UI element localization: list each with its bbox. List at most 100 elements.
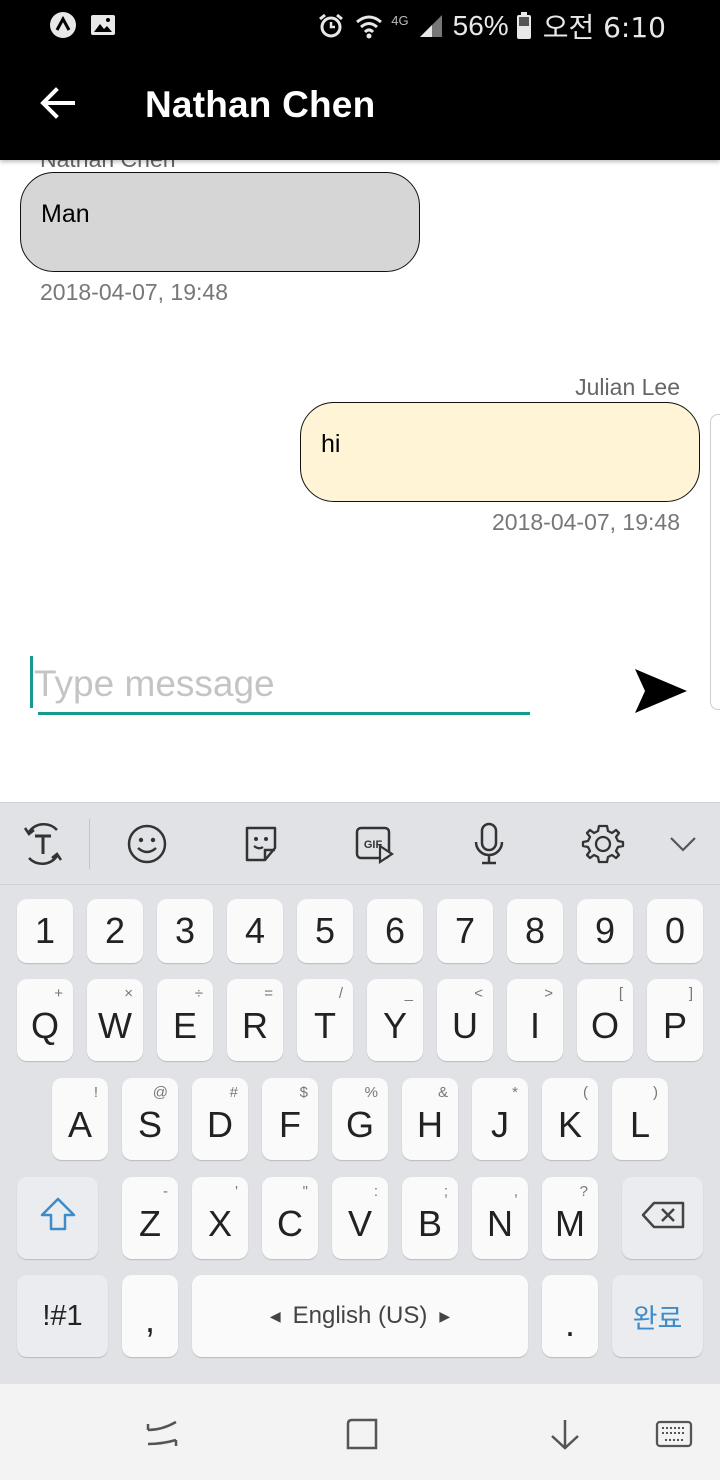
key-b[interactable]: ; B <box>402 1177 458 1259</box>
key-3[interactable]: 3 <box>157 899 213 963</box>
key-h[interactable]: & H <box>402 1078 458 1160</box>
key-7[interactable]: 7 <box>437 899 493 963</box>
key-label: W <box>98 1005 132 1046</box>
send-icon[interactable] <box>630 664 692 718</box>
key-r[interactable]: = R <box>227 979 283 1061</box>
recents-icon[interactable] <box>142 1414 182 1454</box>
key-label: D <box>207 1104 233 1145</box>
key-n[interactable]: ,N <box>472 1177 528 1259</box>
key-0[interactable]: 0 <box>647 899 703 963</box>
key-w[interactable]: × W <box>87 979 143 1061</box>
toolbar-divider <box>89 819 90 869</box>
alarm-icon <box>315 11 347 41</box>
key-label: 7 <box>454 910 476 951</box>
key-k[interactable]: (K <box>542 1078 598 1160</box>
period-key[interactable]: . <box>542 1275 598 1357</box>
message-bubble[interactable]: Man <box>20 172 420 272</box>
wifi-icon <box>353 11 385 41</box>
settings-icon[interactable] <box>580 821 626 867</box>
key-a[interactable]: ! A <box>52 1078 108 1160</box>
key-label: 4 <box>244 910 266 951</box>
key-z[interactable]: -Z <box>122 1177 178 1259</box>
key-g[interactable]: % G <box>332 1078 388 1160</box>
key-5[interactable]: 5 <box>297 899 353 963</box>
key-hint: : <box>373 1183 378 1200</box>
key-j[interactable]: * J <box>472 1078 528 1160</box>
gallery-icon <box>88 10 118 40</box>
key-y[interactable]: _ Y <box>367 979 423 1061</box>
battery-icon <box>515 11 533 41</box>
key-hint: + <box>54 985 63 1002</box>
message-composer <box>30 656 530 720</box>
key-hint: × <box>124 985 133 1002</box>
key-l[interactable]: ) L <box>612 1078 668 1160</box>
gif-icon[interactable]: GIF <box>352 821 398 867</box>
message-list[interactable]: Nathan Chen Man 2018-04-07, 19:48 Julian… <box>0 160 720 802</box>
keyboard-switch-icon[interactable] <box>654 1414 694 1454</box>
key-d[interactable]: # D <box>192 1078 248 1160</box>
key-label: V <box>347 1203 372 1244</box>
key-2[interactable]: 2 <box>87 899 143 963</box>
text-cursor <box>30 656 33 708</box>
key-9[interactable]: 9 <box>577 899 633 963</box>
key-label: E <box>172 1005 197 1046</box>
home-icon[interactable] <box>342 1414 382 1454</box>
shift-key[interactable] <box>17 1177 98 1259</box>
emoji-icon[interactable] <box>124 821 170 867</box>
space-key[interactable]: ◀ English (US) ▶ <box>192 1275 528 1357</box>
key-m[interactable]: ? M <box>542 1177 598 1259</box>
battery-percent: 56% <box>452 10 509 41</box>
symbols-key[interactable]: !#1 <box>17 1275 108 1357</box>
key-q[interactable]: + Q <box>17 979 73 1061</box>
key-8[interactable]: 8 <box>507 899 563 963</box>
key-1[interactable]: 1 <box>17 899 73 963</box>
hide-keyboard-icon[interactable] <box>545 1414 585 1454</box>
done-key[interactable]: 완료 <box>612 1275 703 1357</box>
network-type: 4G <box>391 12 409 28</box>
status-bar: 4G 56% 오전 6:10 <box>0 0 720 50</box>
key-i[interactable]: > I <box>507 979 563 1061</box>
key-label: T <box>314 1005 336 1046</box>
input-underline <box>38 712 530 715</box>
message-timestamp: 2018-04-07, 19:48 <box>492 509 680 535</box>
key-x[interactable]: ' X <box>192 1177 248 1259</box>
sticker-icon[interactable] <box>238 821 284 867</box>
key-6[interactable]: 6 <box>367 899 423 963</box>
key-label: 9 <box>594 910 616 951</box>
key-label: C <box>277 1203 303 1244</box>
microphone-icon[interactable] <box>466 821 512 867</box>
message-input[interactable] <box>30 656 530 712</box>
key-4[interactable]: 4 <box>227 899 283 963</box>
key-c[interactable]: " C <box>262 1177 318 1259</box>
message-bubble[interactable]: hi <box>300 402 700 502</box>
message-text: Man <box>41 200 90 228</box>
key-v[interactable]: :V <box>332 1177 388 1259</box>
left-arrow-icon: ◀ <box>269 1307 281 1324</box>
key-hint: ( <box>583 1084 588 1101</box>
key-u[interactable]: < U <box>437 979 493 1061</box>
shift-icon <box>39 1196 77 1241</box>
key-f[interactable]: $ F <box>262 1078 318 1160</box>
key-label: F <box>279 1104 301 1145</box>
key-label: O <box>590 1005 619 1046</box>
key-s[interactable]: @ S <box>122 1078 178 1160</box>
key-label: 5 <box>314 910 336 951</box>
key-label: L <box>629 1104 651 1145</box>
key-hint: ] <box>688 985 693 1002</box>
key-label: U <box>452 1005 478 1046</box>
message-sender: Julian Lee <box>575 374 680 400</box>
key-label: P <box>662 1005 687 1046</box>
translate-icon[interactable] <box>20 821 66 867</box>
key-label: I <box>529 1005 540 1046</box>
key-t[interactable]: / T <box>297 979 353 1061</box>
backspace-key[interactable] <box>622 1177 703 1259</box>
collapse-icon[interactable] <box>660 821 706 867</box>
key-o[interactable]: [O <box>577 979 633 1061</box>
back-arrow-icon[interactable] <box>34 80 80 126</box>
key-e[interactable]: ÷ E <box>157 979 213 1061</box>
comma-key[interactable]: , <box>122 1275 178 1357</box>
key-label: 0 <box>664 910 686 951</box>
key-p[interactable]: ] P <box>647 979 703 1061</box>
key-hint: # <box>229 1084 238 1101</box>
key-label: R <box>242 1005 268 1046</box>
